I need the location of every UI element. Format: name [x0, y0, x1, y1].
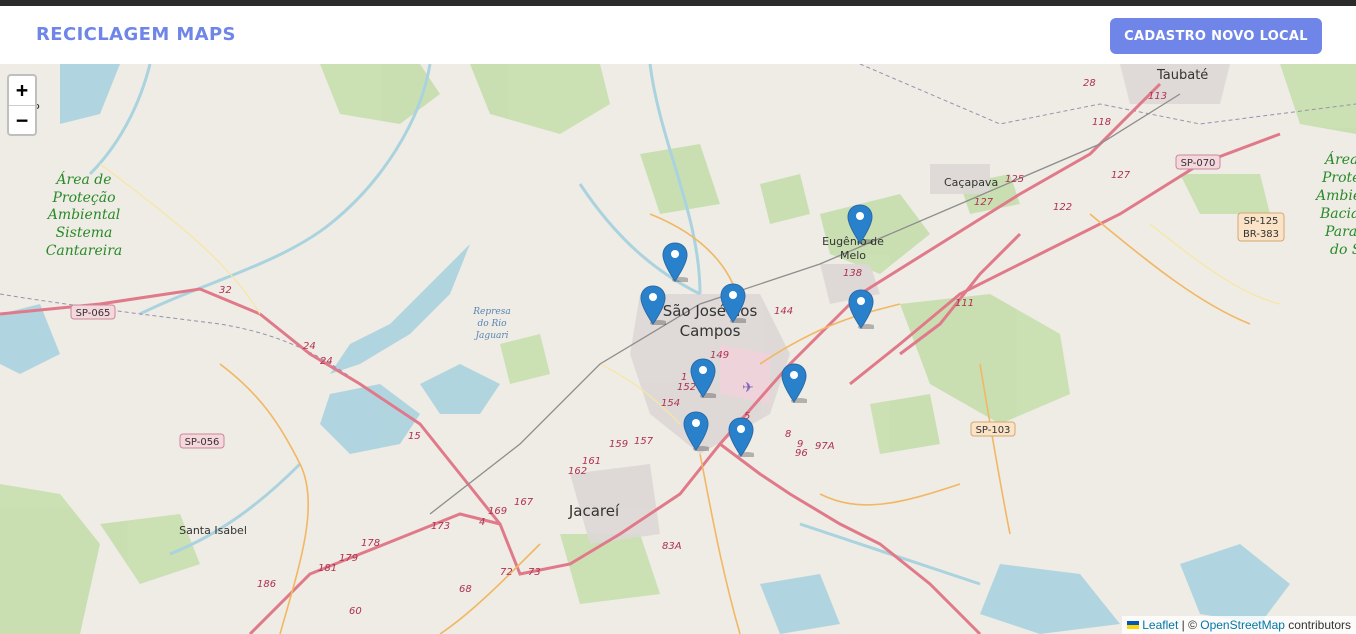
map-pin-icon[interactable]: [683, 411, 711, 452]
road-number-label: 97A: [815, 441, 835, 452]
leaflet-link[interactable]: Leaflet: [1142, 618, 1178, 632]
map-attribution: Leaflet | © OpenStreetMap contributors: [1122, 616, 1356, 634]
map-view[interactable]: SP-065 SP-056 SP-070 SP-125 BR-383 SP-10…: [0, 64, 1356, 634]
map-pin-icon[interactable]: [690, 358, 718, 399]
zoom-out-button[interactable]: −: [9, 106, 35, 135]
road-number-label: 68: [459, 584, 472, 595]
road-number-label: 15: [408, 431, 421, 442]
road-number-label: 173: [431, 521, 450, 532]
svg-text:Taubaté: Taubaté: [1156, 68, 1208, 83]
svg-text:SP-125: SP-125: [1244, 216, 1279, 227]
svg-text:do S: do S: [1330, 242, 1356, 258]
road-number-label: 178: [361, 538, 380, 549]
road-number-label: 154: [661, 398, 680, 409]
map-pin-icon[interactable]: [662, 242, 690, 283]
map-pin-icon[interactable]: [640, 285, 668, 326]
road-number-label: 125: [1005, 174, 1024, 185]
svg-text:Bacia: Bacia: [1319, 206, 1356, 222]
svg-text:Para: Para: [1324, 224, 1356, 240]
svg-text:Represa: Represa: [472, 307, 510, 317]
road-number-label: 169: [488, 506, 507, 517]
svg-text:Ambie: Ambie: [1314, 188, 1356, 204]
map-pin-icon[interactable]: [847, 204, 875, 245]
road-number-label: 138: [843, 268, 862, 279]
attribution-separator: | ©: [1178, 618, 1201, 632]
svg-text:Sistema: Sistema: [56, 225, 113, 241]
road-number-label: 144: [774, 306, 793, 317]
road-number-label: 24: [303, 341, 316, 352]
map-tiles[interactable]: SP-065 SP-056 SP-070 SP-125 BR-383 SP-10…: [0, 64, 1356, 634]
road-number-label: 111: [955, 298, 974, 309]
svg-text:Santa Isabel: Santa Isabel: [179, 524, 247, 537]
road-number-label: 118: [1092, 117, 1111, 128]
map-pin-icon[interactable]: [848, 289, 876, 330]
road-number-label: 113: [1148, 91, 1167, 102]
road-number-label: 127: [974, 197, 994, 208]
svg-text:SP-056: SP-056: [185, 437, 220, 448]
road-number-label: 179: [339, 553, 358, 564]
svg-text:Proteção: Proteção: [51, 190, 115, 206]
road-number-label: 60: [349, 606, 362, 617]
cadastro-novo-local-button[interactable]: CADASTRO NOVO LOCAL: [1110, 18, 1322, 54]
road-number-label: 83A: [662, 541, 682, 552]
zoom-control: + −: [7, 74, 37, 136]
svg-text:SP-070: SP-070: [1181, 158, 1216, 169]
svg-text:do Rio: do Rio: [477, 319, 507, 329]
road-number-label: 8: [785, 429, 791, 440]
svg-text:✈: ✈: [742, 379, 754, 395]
road-number-label: 122: [1053, 202, 1072, 213]
road-number-label: 72: [500, 567, 513, 578]
svg-text:Prote: Prote: [1321, 170, 1356, 186]
road-number-label: 32: [219, 285, 232, 296]
road-number-label: 28: [1083, 78, 1096, 89]
road-number-label: 167: [514, 497, 534, 508]
road-number-label: 1: [681, 372, 687, 383]
svg-text:Cantareira: Cantareira: [46, 243, 123, 259]
svg-text:SP-065: SP-065: [76, 308, 111, 319]
svg-text:Jacareí: Jacareí: [568, 502, 620, 520]
zoom-in-button[interactable]: +: [9, 76, 35, 106]
svg-text:Ambiental: Ambiental: [46, 207, 121, 223]
svg-text:Jaguari: Jaguari: [473, 331, 508, 341]
road-number-label: 24: [320, 356, 333, 367]
navbar: RECICLAGEM MAPS CADASTRO NOVO LOCAL: [0, 6, 1356, 65]
road-number-label: 181: [318, 563, 337, 574]
svg-text:BR-383: BR-383: [1243, 229, 1279, 240]
svg-text:SP-103: SP-103: [976, 425, 1011, 436]
map-pin-icon[interactable]: [720, 283, 748, 324]
road-number-label: 96: [795, 448, 808, 459]
ukraine-flag-icon: [1127, 620, 1140, 629]
map-pin-icon[interactable]: [728, 417, 756, 458]
road-number-label: 186: [257, 579, 276, 590]
map-pin-icon[interactable]: [781, 363, 809, 404]
svg-text:Área de: Área de: [54, 170, 111, 188]
openstreetmap-link[interactable]: OpenStreetMap: [1200, 618, 1285, 632]
road-number-label: 157: [634, 436, 654, 447]
road-number-label: 73: [528, 567, 541, 578]
svg-text:Melo: Melo: [840, 249, 866, 262]
svg-text:Área: Área: [1323, 150, 1356, 168]
road-number-label: 127: [1111, 170, 1131, 181]
attribution-suffix: contributors: [1284, 618, 1351, 632]
brand-logo[interactable]: RECICLAGEM MAPS: [36, 24, 236, 45]
road-number-label: 4: [479, 517, 485, 528]
road-number-label: 162: [568, 466, 587, 477]
road-number-label: 159: [609, 439, 628, 450]
svg-text:Caçapava: Caçapava: [944, 176, 998, 189]
svg-text:Campos: Campos: [680, 322, 741, 340]
